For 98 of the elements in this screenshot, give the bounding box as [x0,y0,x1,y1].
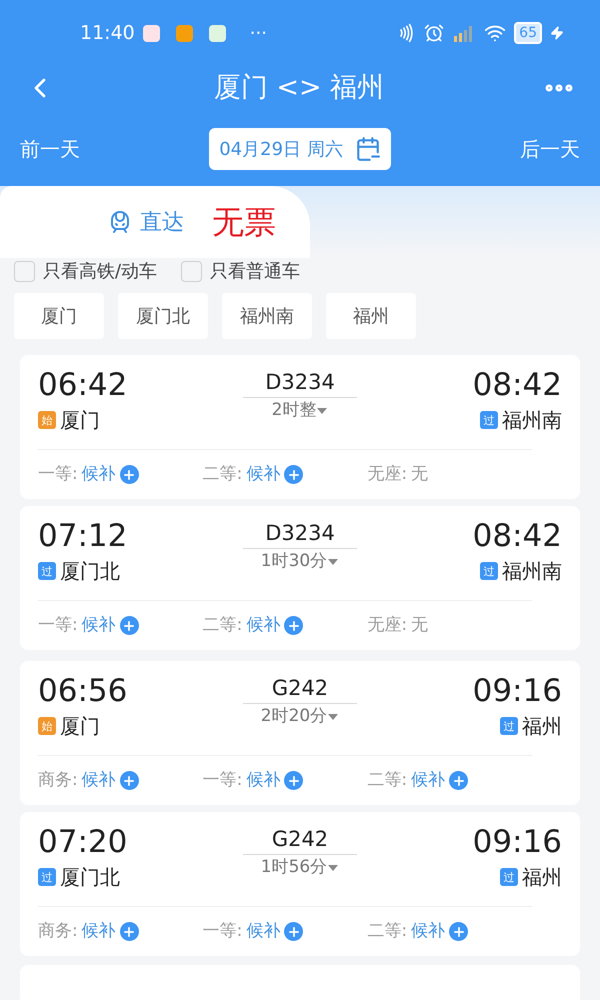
train-icon [108,210,132,234]
waitlist-link[interactable]: 候补 [246,768,280,794]
duration: 2时20分 [260,705,328,728]
train-number: D3234 [243,518,357,549]
train-card[interactable]: 07:20 过 厦门北 G242 1时56分 09:16 过 福州 商务: 候补 一等: 候补 二等: 候补 [20,812,580,956]
station-chip[interactable]: 福州南 [222,293,312,339]
app-icon [142,24,160,42]
route-title: 厦门 <> 福州 [214,70,384,105]
seat-class: 一等: [202,920,242,943]
train-number: D3234 [243,367,357,398]
train-card[interactable]: 06:56 始 厦门 G242 2时20分 09:16 过 福州 商务: 候补 一等: 候补 二等: 候补 [20,661,580,805]
alarm-icon [424,23,444,43]
seat-class: 二等: [202,463,242,486]
arrival-station: 福州 [522,713,562,740]
arrival-time: 09:16 [472,673,562,709]
seat-class: 二等: [367,920,408,943]
add-icon[interactable] [284,616,304,636]
waitlist-link[interactable]: 候补 [411,768,446,794]
departure-time: 07:12 [38,518,128,554]
seat-class: 商务: [38,920,78,943]
station-badge: 过 [38,562,56,580]
arrival-station: 福州南 [502,407,562,434]
waitlist-link[interactable]: 候补 [246,919,280,944]
filter-label: 只看普通车 [210,260,300,284]
seat-class: 一等: [202,769,242,792]
checkbox[interactable] [14,261,35,282]
train-card[interactable]: 06:42 始 厦门 D3234 2时整 08:42 过 福州南 一等: 候补 二等: 候补 无座: 无 [20,355,580,499]
caret-icon[interactable] [327,864,340,872]
seat-availability: 无 [411,614,428,637]
station-badge: 始 [38,717,56,735]
app-icon [208,24,226,42]
station-chip[interactable]: 厦门 [14,293,104,339]
station-badge: 过 [480,562,498,580]
tab[interactable]: 直达 [108,206,184,238]
duration: 2时整 [272,399,316,422]
charging-icon [550,26,564,40]
arrival-time: 08:42 [472,367,562,403]
station-chip[interactable]: 厦门北 [118,293,208,339]
annotation-text: 无票 [212,202,276,243]
add-icon[interactable] [284,771,304,790]
add-icon[interactable] [449,771,468,790]
battery-level: 65 [514,22,542,44]
waitlist-link[interactable]: 候补 [246,462,280,488]
date-picker[interactable]: 04月29日 周六 [209,128,391,170]
duration: 1时30分 [260,550,328,573]
departure-station: 厦门北 [60,558,120,585]
waitlist-link[interactable]: 候补 [82,462,116,488]
train-number: G242 [243,824,357,855]
departure-time: 06:42 [38,367,128,403]
departure-time: 07:20 [38,824,128,860]
station-badge: 始 [38,411,56,429]
station-badge: 过 [480,411,498,429]
seat-class: 二等: [367,769,408,792]
station-badge: 过 [500,868,518,886]
departure-station: 厦门 [60,713,100,740]
seat-class: 无座: [367,614,408,637]
checkbox[interactable] [181,261,202,282]
seat-class: 一等: [38,614,78,637]
seat-class: 商务: [38,769,78,792]
station-chip[interactable]: 福州 [326,293,416,339]
station-badge: 过 [38,868,56,886]
seat-class: 二等: [202,614,242,637]
add-icon[interactable] [449,922,468,942]
add-icon[interactable] [120,771,139,790]
add-icon[interactable] [120,616,139,636]
seat-class: 一等: [38,463,78,486]
departure-time: 06:56 [38,673,128,709]
add-icon[interactable] [284,465,304,484]
departure-station: 厦门 [60,407,100,434]
arrival-time: 09:16 [472,824,562,860]
caret-icon[interactable] [327,712,340,721]
duration: 1时56分 [260,856,328,879]
train-number: G242 [243,673,357,704]
waitlist-link[interactable]: 候补 [82,768,116,794]
caret-icon[interactable] [327,558,340,566]
arrival-station: 福州 [522,864,562,891]
station-badge: 过 [500,717,518,735]
previous-day-button[interactable]: 前一天 [20,134,80,164]
status-time: 11:40 [80,20,135,46]
calendar-icon [354,136,381,162]
departure-station: 厦门北 [60,864,120,891]
seat-availability: 无 [411,463,428,486]
seat-class: 无座: [367,463,408,486]
arrival-time: 08:42 [472,518,562,554]
filter-label: 只看高铁/动车 [43,260,158,284]
add-icon[interactable] [120,922,139,942]
add-icon[interactable] [120,465,139,484]
caret-icon[interactable] [316,406,328,415]
status-more: ··· [250,22,267,46]
waitlist-link[interactable]: 候补 [82,919,116,944]
waitlist-link[interactable]: 候补 [411,919,446,944]
arrival-station: 福州南 [502,558,562,585]
train-card[interactable]: 07:12 过 厦门北 D3234 1时30分 08:42 过 福州南 一等: 候补 二等: 候补 无座: 无 [20,506,580,650]
waitlist-link[interactable]: 候补 [82,613,116,638]
app-icon [176,24,193,42]
next-day-button[interactable]: 后一天 [520,134,580,164]
add-icon[interactable] [284,922,304,942]
waitlist-link[interactable]: 候补 [246,613,280,638]
